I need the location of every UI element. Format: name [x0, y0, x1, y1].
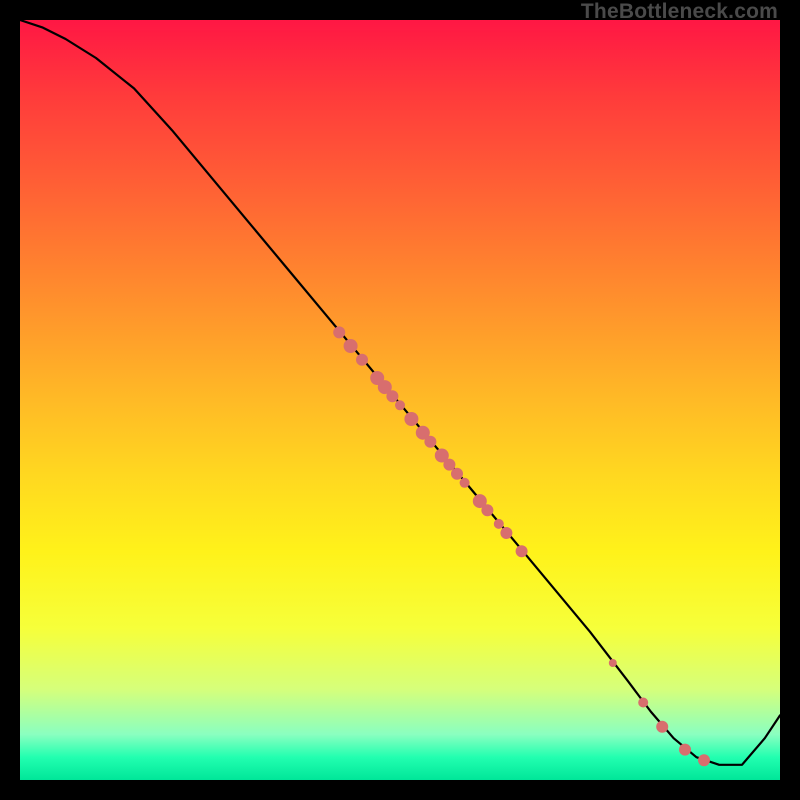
sample-dot	[500, 527, 512, 539]
sample-dot	[638, 698, 648, 708]
sample-dot	[656, 721, 668, 733]
sample-dot	[698, 754, 710, 766]
chart-frame: TheBottleneck.com	[0, 0, 800, 800]
sample-dot	[356, 354, 368, 366]
plot-area	[20, 20, 780, 780]
sample-dot	[395, 400, 405, 410]
sample-dots-group	[333, 326, 710, 766]
sample-dot	[451, 468, 463, 480]
sample-dot	[494, 519, 504, 529]
sample-dot	[679, 744, 691, 756]
sample-dot	[516, 545, 528, 557]
sample-dot	[386, 390, 398, 402]
sample-dot	[481, 504, 493, 516]
sample-dot	[344, 339, 358, 353]
sample-dot	[333, 326, 345, 338]
bottleneck-curve	[20, 20, 780, 765]
chart-overlay	[20, 20, 780, 780]
sample-dot	[404, 412, 418, 426]
sample-dot	[424, 436, 436, 448]
sample-dot	[609, 659, 617, 667]
sample-dot	[460, 478, 470, 488]
